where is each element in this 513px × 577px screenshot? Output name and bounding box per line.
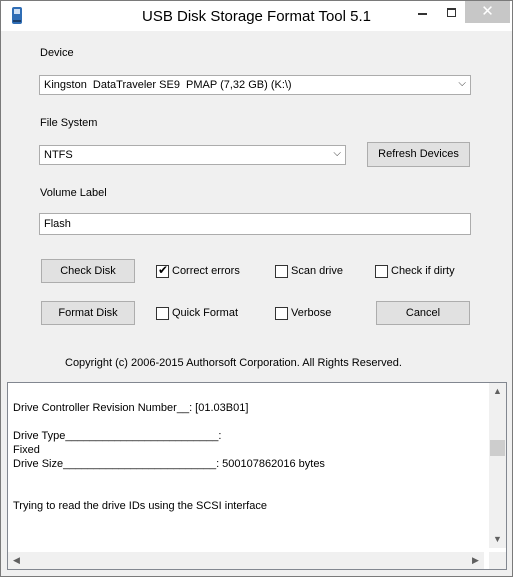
scroll-up-icon[interactable]: ▲ (489, 383, 506, 400)
volume-label-label: Volume Label (40, 187, 107, 199)
format-disk-button[interactable]: Format Disk (41, 301, 135, 325)
device-select-value: Kingston DataTraveler SE9 PMAP (7,32 GB)… (44, 79, 292, 91)
device-select[interactable]: Kingston DataTraveler SE9 PMAP (7,32 GB)… (39, 75, 471, 95)
scroll-left-icon[interactable]: ◀ (8, 552, 25, 569)
log-line: Fixed (13, 444, 40, 456)
checkbox-box (275, 265, 288, 278)
file-system-select[interactable]: NTFS ⌵ (39, 145, 346, 165)
log-line: Trying to read the drive IDs using the S… (13, 500, 267, 512)
close-button[interactable]: ✕ (465, 1, 510, 23)
log-output[interactable]: Drive Controller Revision Number__: [01.… (7, 382, 507, 570)
checkbox-box: ✔ (156, 263, 169, 278)
quick-format-label: Quick Format (172, 307, 239, 319)
checkbox-box (275, 307, 288, 320)
checkmark-icon: ✔ (158, 263, 169, 277)
refresh-devices-button[interactable]: Refresh Devices (367, 142, 470, 167)
chevron-down-icon: ⌵ (458, 78, 466, 89)
scrollbar-corner (489, 552, 506, 569)
check-disk-button[interactable]: Check Disk (41, 259, 135, 283)
minimize-button[interactable] (408, 1, 436, 23)
close-icon: ✕ (481, 3, 494, 20)
verbose-label: Verbose (291, 307, 332, 319)
cancel-button[interactable]: Cancel (376, 301, 470, 325)
volume-label-value: Flash (44, 218, 71, 230)
volume-label-field[interactable]: Flash (39, 213, 471, 235)
file-system-select-value: NTFS (44, 149, 73, 161)
app-window: USB Disk Storage Format Tool 5.1 ✕ Devic… (0, 0, 513, 577)
file-system-label: File System (40, 117, 98, 129)
title-bar: USB Disk Storage Format Tool 5.1 ✕ (1, 1, 512, 31)
checkbox-box (156, 307, 169, 320)
maximize-button[interactable] (437, 1, 465, 23)
correct-errors-label: Correct errors (172, 265, 240, 277)
horizontal-scrollbar[interactable]: ◀ ▶ (8, 552, 484, 569)
scan-drive-label: Scan drive (291, 265, 343, 277)
log-line: Drive Size_________________________: 500… (13, 458, 325, 470)
scroll-down-icon[interactable]: ▼ (489, 531, 506, 548)
chevron-down-icon: ⌵ (333, 148, 341, 159)
check-if-dirty-label: Check if dirty (391, 265, 455, 277)
scrollbar-thumb[interactable] (490, 440, 505, 456)
copyright-text: Copyright (c) 2006-2015 Authorsoft Corpo… (65, 357, 402, 369)
vertical-scrollbar[interactable]: ▲ ▼ (489, 383, 506, 548)
minimize-icon (417, 12, 427, 15)
scroll-right-icon[interactable]: ▶ (467, 552, 484, 569)
log-line: Drive Controller Revision Number__: [01.… (13, 402, 249, 414)
log-line: Drive Type_________________________: (13, 430, 222, 442)
maximize-icon (446, 8, 456, 18)
device-label: Device (40, 47, 74, 59)
checkbox-box (375, 265, 388, 278)
